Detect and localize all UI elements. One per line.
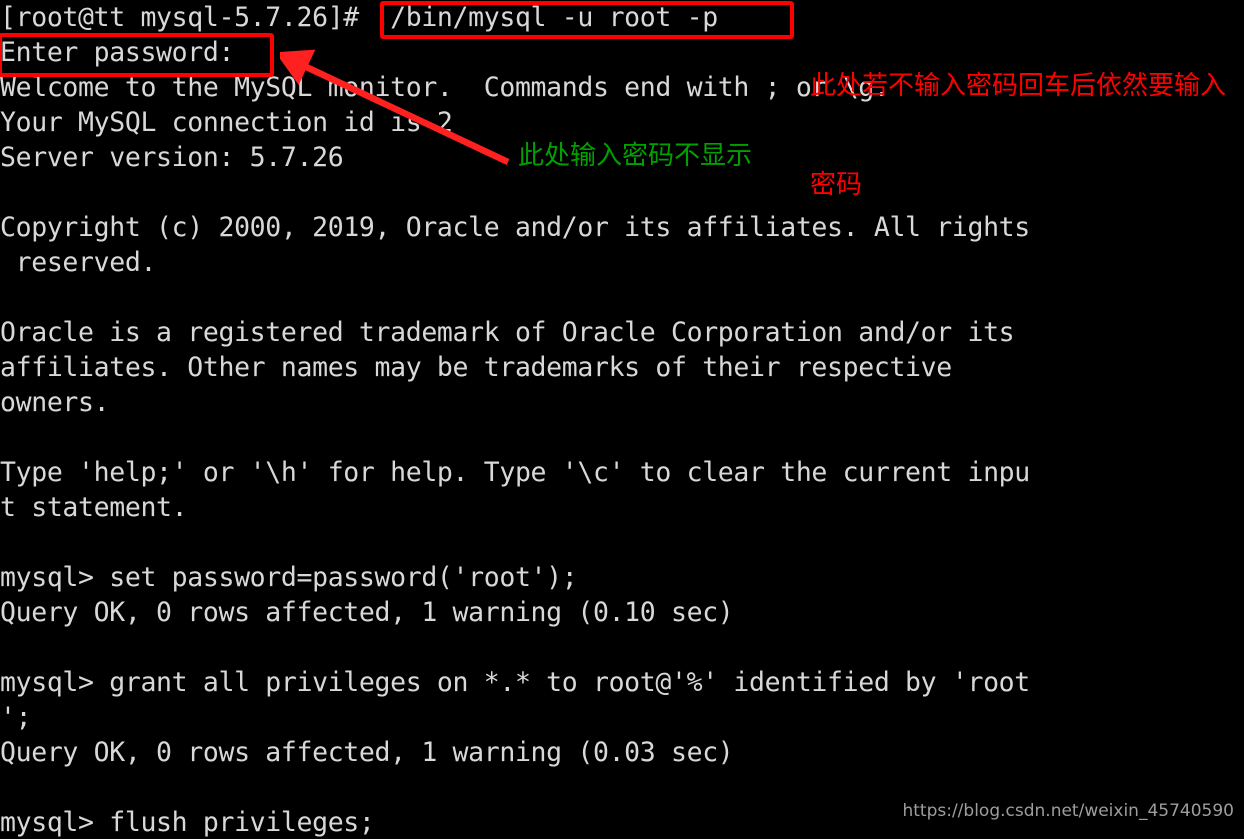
red-annotation-line-2: 密码 (810, 170, 863, 200)
terminal-line: Query OK, 0 rows affected, 1 warning (0.… (0, 737, 734, 768)
terminal-line: owners. (0, 387, 110, 418)
terminal-line: Type 'help;' or '\h' for help. Type '\c'… (0, 457, 1030, 488)
terminal-screen: [root@tt mysql-5.7.26]# ./bin/mysql -u r… (0, 0, 1244, 839)
watermark-url: https://blog.csdn.net/weixin_45740590 (902, 801, 1234, 821)
terminal-line: mysql> grant all privileges on *.* to ro… (0, 667, 1030, 698)
password-prompt-highlight-box (0, 33, 274, 77)
red-annotation-note: 此处若不输入密码回车后依然要输入 密码 (810, 4, 1240, 268)
terminal-line: Oracle is a registered trademark of Orac… (0, 317, 1015, 348)
terminal-line: Query OK, 0 rows affected, 1 warning (0.… (0, 597, 734, 628)
command-highlight-box (380, 1, 794, 39)
terminal-line: affiliates. Other names may be trademark… (0, 352, 952, 383)
green-annotation-note: 此处输入密码不显示 (518, 141, 753, 171)
terminal-line: mysql> set password=password('root'); (0, 562, 578, 593)
terminal-line: t statement. (0, 492, 188, 523)
terminal-line: '; (0, 702, 32, 733)
red-annotation-line-1: 此处若不输入密码回车后依然要输入 (810, 71, 1227, 101)
